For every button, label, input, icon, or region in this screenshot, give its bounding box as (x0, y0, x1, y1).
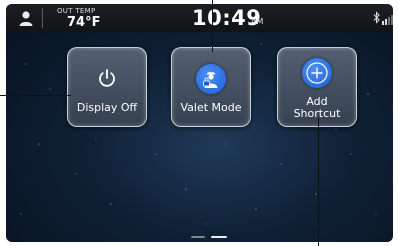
page-indicator-2[interactable] (211, 236, 227, 238)
bluetooth-icon (373, 11, 380, 24)
add-shortcut-button[interactable]: Add Shortcut (277, 47, 357, 127)
status-bar: OUT TEMP 74°F 10:49 AM (6, 4, 393, 32)
driver-profile-icon[interactable] (17, 9, 35, 27)
callout-line-display-off (0, 95, 71, 96)
plus-icon (302, 58, 332, 88)
outside-temp-value: 74°F (67, 15, 101, 30)
display-off-label: Display Off (76, 101, 138, 114)
callout-line-valet-mode (212, 0, 213, 52)
valet-mode-button[interactable]: Valet Mode (171, 47, 251, 127)
home-screen: OUT TEMP 74°F 10:49 AM Display Off Valet… (6, 4, 393, 242)
power-icon (93, 64, 121, 92)
callout-line-add-shortcut (318, 118, 319, 246)
signal-strength-icon (382, 15, 393, 25)
clock-ampm: AM (251, 17, 264, 26)
valet-person-icon (196, 64, 226, 94)
display-off-button[interactable]: Display Off (67, 47, 147, 127)
outside-temp-label: OUT TEMP (57, 7, 96, 15)
status-divider (42, 8, 43, 28)
page-indicator-1[interactable] (191, 236, 205, 238)
add-shortcut-label: Add Shortcut (293, 95, 341, 120)
valet-mode-label: Valet Mode (180, 101, 242, 114)
